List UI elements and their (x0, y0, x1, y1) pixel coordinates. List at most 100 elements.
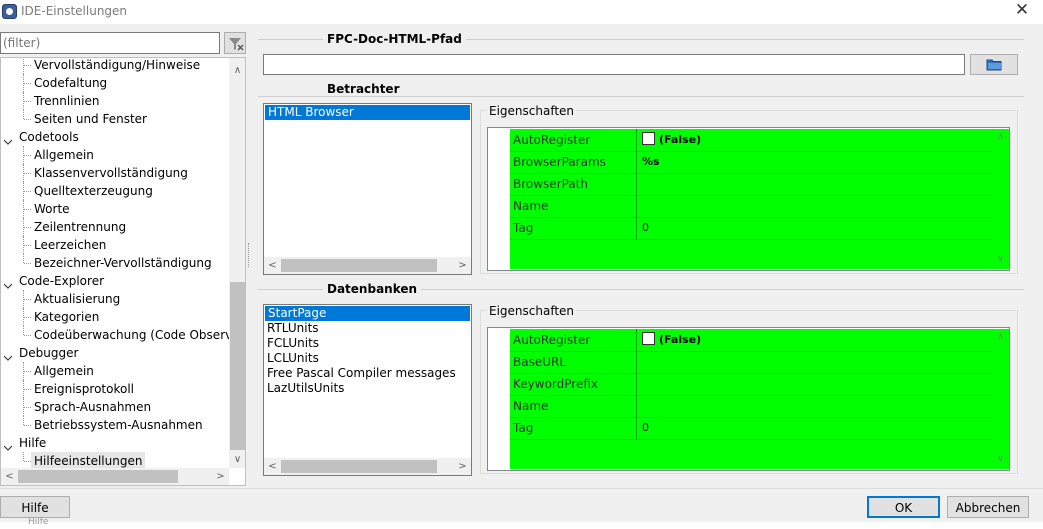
property-value[interactable]: 0 (642, 217, 649, 239)
tree-hscroll-thumb[interactable] (18, 470, 178, 483)
tree-item-label: Zeilentrennung (34, 220, 127, 234)
property-value[interactable]: %s (642, 151, 660, 173)
close-button[interactable]: ✕ (1009, 0, 1035, 22)
tree-item[interactable]: Codeüberwachung (Code Observer) (1, 326, 245, 344)
property-name[interactable]: AutoRegister (513, 329, 590, 351)
property-name[interactable]: KeywordPrefix (513, 373, 598, 395)
browse-folder-button[interactable] (970, 54, 1018, 75)
tree-vertical-scrollbar[interactable]: ∧ ∨ (229, 58, 245, 468)
list-item[interactable]: RTLUnits (264, 321, 471, 336)
filter-input[interactable] (0, 32, 220, 54)
cancel-button[interactable]: Abbrechen (947, 496, 1029, 518)
tree-item[interactable]: Code-Explorer (1, 272, 229, 290)
database-list-hscroll-thumb[interactable] (281, 460, 437, 473)
tree-item[interactable]: Codetools (1, 128, 229, 146)
tree-rows: Vervollständigung/Hinweise Codefaltung Tre… (1, 58, 245, 470)
tree-item[interactable]: Vervollständigung/Hinweise (1, 58, 229, 74)
viewer-list-hscrollbar[interactable]: < > (264, 257, 471, 274)
tree-item[interactable]: Kategorien (1, 308, 229, 326)
scroll-left-icon[interactable]: < (264, 458, 281, 475)
scroll-up-icon[interactable]: ∧ (992, 129, 1009, 146)
tree-guide-branch (24, 245, 31, 246)
tree-item[interactable]: Klassenvervollständigung (1, 164, 229, 182)
scroll-up-icon[interactable]: ∧ (229, 62, 245, 79)
list-item[interactable]: LazUtilsUnits (264, 381, 471, 396)
options-tree[interactable]: Vervollständigung/Hinweise Codefaltung Tre… (0, 57, 246, 486)
checkbox[interactable] (642, 332, 655, 345)
tree-item[interactable]: Trennlinien (1, 92, 229, 110)
chevron-down-icon[interactable] (3, 277, 13, 289)
grid-column-divider (636, 329, 637, 439)
tree-item-label: Code-Explorer (19, 274, 105, 288)
viewer-property-grid[interactable]: AutoRegister (False) BrowserParams %s Browse… (487, 127, 1010, 271)
property-name[interactable]: Name (513, 395, 548, 417)
list-item[interactable]: HTML Browser (265, 105, 470, 120)
property-name[interactable]: Name (513, 195, 548, 217)
database-list[interactable]: StartPage RTLUnits FCLUnits LCLUnits Free Pa… (263, 304, 472, 476)
tree-item[interactable]: Allgemein (1, 146, 229, 164)
scroll-right-icon[interactable]: > (454, 257, 471, 274)
panel-splitter[interactable] (248, 243, 251, 267)
property-grid-scrollbar[interactable]: ∧ ∨ (992, 329, 1009, 469)
tree-item[interactable]: Zeilentrennung (1, 218, 229, 236)
tree-item[interactable]: Leerzeichen (1, 236, 229, 254)
scroll-down-icon[interactable]: ∨ (992, 251, 1009, 268)
tree-item[interactable]: Codefaltung (1, 74, 229, 92)
list-item[interactable]: Free Pascal Compiler messages (264, 366, 471, 381)
viewer-list[interactable]: HTML Browser < > (263, 103, 472, 275)
ok-button[interactable]: OK (867, 496, 940, 518)
property-name[interactable]: BaseURL (513, 351, 566, 373)
property-name[interactable]: BrowserPath (513, 173, 588, 195)
help-button[interactable]: Hilfe (0, 496, 70, 518)
tree-guide-branch (24, 227, 31, 228)
scroll-left-icon[interactable]: < (1, 468, 18, 485)
scroll-left-icon[interactable]: < (264, 257, 281, 274)
tree-item[interactable]: Betriebssystem-Ausnahmen (1, 416, 229, 434)
property-name[interactable]: BrowserParams (513, 151, 606, 173)
database-properties-title: Eigenschaften (487, 304, 577, 318)
tree-item[interactable]: Seiten und Fenster (1, 110, 229, 128)
tree-item[interactable]: Hilfe (1, 434, 229, 452)
filter-clear-button[interactable] (224, 32, 246, 54)
tree-item[interactable]: Worte (1, 200, 229, 218)
scroll-down-icon[interactable]: ∨ (229, 451, 245, 468)
database-list-hscrollbar[interactable]: < > (264, 458, 471, 475)
fpc-doc-path-input[interactable] (263, 54, 965, 75)
property-name[interactable]: AutoRegister (513, 129, 590, 151)
lazarus-icon (2, 4, 17, 19)
scroll-up-icon[interactable]: ∧ (992, 329, 1009, 346)
tree-item[interactable]: Bezeichner-Vervollständigung (1, 254, 229, 272)
chevron-down-icon[interactable] (3, 439, 13, 451)
viewer-list-hscroll-thumb[interactable] (281, 259, 437, 272)
tree-item[interactable]: Sprach-Ausnahmen (1, 398, 229, 416)
tree-item[interactable]: Debugger (1, 344, 229, 362)
tree-item[interactable]: Ereignisprotokoll (1, 380, 229, 398)
list-item[interactable]: StartPage (265, 306, 470, 321)
viewer-properties-title: Eigenschaften (487, 104, 577, 118)
tree-item[interactable]: Aktualisierung (1, 290, 229, 308)
property-name[interactable]: Tag (513, 417, 533, 439)
scroll-down-icon[interactable]: ∨ (992, 451, 1009, 468)
database-property-grid[interactable]: AutoRegister (False) BaseURL KeywordPrefix N… (487, 327, 1010, 471)
chevron-down-icon[interactable] (3, 133, 13, 145)
grid-row-divider (510, 439, 992, 440)
property-value[interactable]: 0 (642, 417, 649, 439)
list-item[interactable]: FCLUnits (264, 336, 471, 351)
tree-item[interactable]: Quelltexterzeugung (1, 182, 229, 200)
database-items: StartPage RTLUnits FCLUnits LCLUnits Free Pa… (264, 306, 471, 396)
tree-scroll-thumb[interactable] (230, 282, 245, 450)
path-section-title: FPC-Doc-HTML-Pfad (323, 32, 466, 46)
checkbox[interactable] (642, 132, 655, 145)
tree-item[interactable]: Allgemein (1, 362, 229, 380)
scroll-right-icon[interactable]: > (454, 458, 471, 475)
property-name[interactable]: Tag (513, 217, 533, 239)
chevron-down-icon[interactable] (3, 349, 13, 361)
tree-horizontal-scrollbar[interactable]: < > (1, 468, 229, 485)
property-grid-scrollbar[interactable]: ∧ ∨ (992, 129, 1009, 269)
scroll-right-icon[interactable]: > (212, 468, 229, 485)
property-value[interactable]: (False) (642, 329, 701, 351)
property-value[interactable]: (False) (642, 129, 701, 151)
tree-guide-branch (24, 335, 31, 336)
list-item[interactable]: LCLUnits (264, 351, 471, 366)
tree-item-label: Worte (34, 202, 70, 216)
